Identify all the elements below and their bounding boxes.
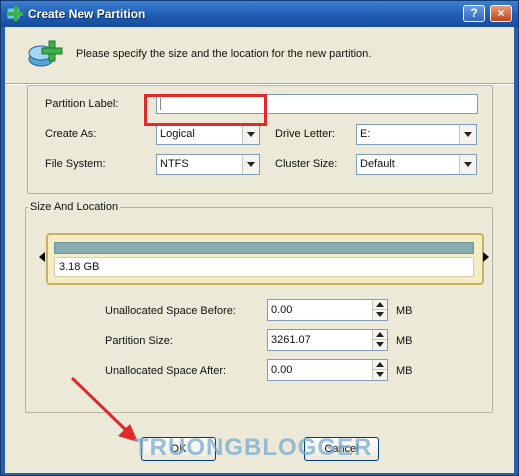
- chevron-down-icon[interactable]: [459, 125, 476, 144]
- unallocated-before-unit: MB: [396, 305, 413, 317]
- file-system-value: NTFS: [160, 158, 189, 170]
- chevron-down-icon[interactable]: [242, 155, 259, 174]
- stepper-buttons: [372, 360, 387, 380]
- close-button[interactable]: ×: [490, 5, 512, 22]
- window-title: Create New Partition: [28, 7, 146, 21]
- drive-letter-label: Drive Letter:: [275, 128, 335, 140]
- partition-size-label: Partition Size:: [105, 335, 173, 347]
- drive-letter-dropdown[interactable]: E:: [356, 124, 477, 145]
- arrow-down-icon[interactable]: [373, 310, 387, 320]
- unallocated-after-unit: MB: [396, 365, 413, 377]
- highlight-box: [144, 94, 267, 126]
- partition-map[interactable]: 3.18 GB: [46, 233, 484, 285]
- partition-label-label: Partition Label:: [45, 98, 119, 110]
- stepper-buttons: [372, 300, 387, 320]
- arrow-down-icon[interactable]: [373, 340, 387, 350]
- new-partition-icon: [28, 40, 63, 67]
- unallocated-after-stepper[interactable]: 0.00: [267, 359, 388, 381]
- cluster-size-label: Cluster Size:: [275, 158, 338, 170]
- arrow-up-icon[interactable]: [373, 360, 387, 370]
- arrow-up-icon[interactable]: [373, 330, 387, 340]
- unallocated-before-stepper[interactable]: 0.00: [267, 299, 388, 321]
- right-resize-handle-icon[interactable]: [483, 252, 489, 262]
- size-location-label: Size And Location: [28, 201, 121, 213]
- create-as-label: Create As:: [45, 128, 97, 140]
- partition-bar[interactable]: [54, 242, 474, 254]
- cluster-size-dropdown[interactable]: Default: [356, 154, 477, 175]
- cluster-size-value: Default: [360, 158, 395, 170]
- create-partition-dialog: Create New Partition ? × Please specify …: [0, 0, 519, 476]
- arrow-up-icon[interactable]: [373, 300, 387, 310]
- drive-letter-value: E:: [360, 128, 371, 140]
- unallocated-before-label: Unallocated Space Before:: [105, 305, 236, 317]
- partition-app-icon: [6, 6, 23, 21]
- left-resize-handle-icon[interactable]: [39, 252, 45, 262]
- arrow-down-icon[interactable]: [373, 370, 387, 380]
- chevron-down-icon[interactable]: [459, 155, 476, 174]
- unallocated-after-value: 0.00: [271, 364, 293, 376]
- instruction-text: Please specify the size and the location…: [76, 48, 372, 60]
- unallocated-before-value: 0.00: [271, 304, 293, 316]
- unallocated-after-label: Unallocated Space After:: [105, 365, 227, 377]
- partition-size-value: 3261.07: [271, 334, 311, 346]
- create-as-value: Logical: [160, 128, 195, 140]
- partition-size-unit: MB: [396, 335, 413, 347]
- stepper-buttons: [372, 330, 387, 350]
- partition-size-text: 3.18 GB: [59, 261, 100, 273]
- file-system-label: File System:: [45, 158, 106, 170]
- file-system-dropdown[interactable]: NTFS: [156, 154, 260, 175]
- chevron-down-icon[interactable]: [242, 125, 259, 144]
- create-as-dropdown[interactable]: Logical: [156, 124, 260, 145]
- help-button[interactable]: ?: [463, 5, 485, 22]
- watermark-text: TRUONGBLOGGER: [134, 434, 373, 461]
- partition-size-stepper[interactable]: 3261.07: [267, 329, 388, 351]
- partition-size-box: 3.18 GB: [54, 257, 474, 277]
- title-bar[interactable]: Create New Partition ? ×: [1, 1, 518, 27]
